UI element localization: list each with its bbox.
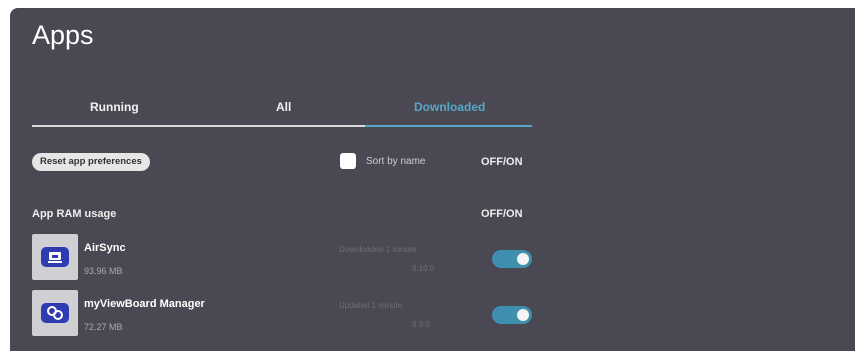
toggle-knob [517, 253, 529, 265]
app-name: AirSync [84, 242, 126, 254]
page-title: Apps [32, 20, 94, 50]
sort-by-name-checkbox[interactable] [340, 153, 356, 169]
offon-header: OFF/ON [481, 156, 523, 168]
app-size: 72.27 MB [84, 322, 123, 332]
tab-running[interactable]: Running [90, 100, 139, 114]
app-ram-usage-label: App RAM usage [32, 208, 117, 220]
link-icon [32, 290, 78, 336]
app-size: 93.96 MB [84, 266, 123, 276]
app-row-airsync[interactable]: AirSync 93.96 MB Downloaded 1 minute 9.1… [32, 234, 542, 280]
reset-app-preferences-button[interactable]: Reset app preferences [32, 153, 150, 171]
toggle-knob [517, 309, 529, 321]
app-version: 9.3.0 [412, 320, 430, 329]
app-install-info: Downloaded 1 minute [339, 245, 417, 254]
apps-panel: Apps Running All Downloaded Reset app pr… [10, 8, 855, 351]
app-toggle-myviewboard-manager[interactable] [492, 306, 532, 324]
app-install-info: Updated 1 minute [339, 301, 403, 310]
app-name: myViewBoard Manager [84, 298, 205, 310]
app-toggle-airsync[interactable] [492, 250, 532, 268]
sort-by-name-label: Sort by name [366, 156, 426, 167]
ram-offon-header: OFF/ON [481, 208, 523, 220]
tab-all[interactable]: All [276, 100, 291, 114]
cast-icon [32, 234, 78, 280]
app-version: 9.10.0 [412, 264, 435, 273]
active-tab-indicator [365, 125, 532, 127]
tab-underline [32, 125, 532, 127]
tab-downloaded[interactable]: Downloaded [414, 100, 485, 114]
app-row-myviewboard-manager[interactable]: myViewBoard Manager 72.27 MB Updated 1 m… [32, 290, 542, 336]
